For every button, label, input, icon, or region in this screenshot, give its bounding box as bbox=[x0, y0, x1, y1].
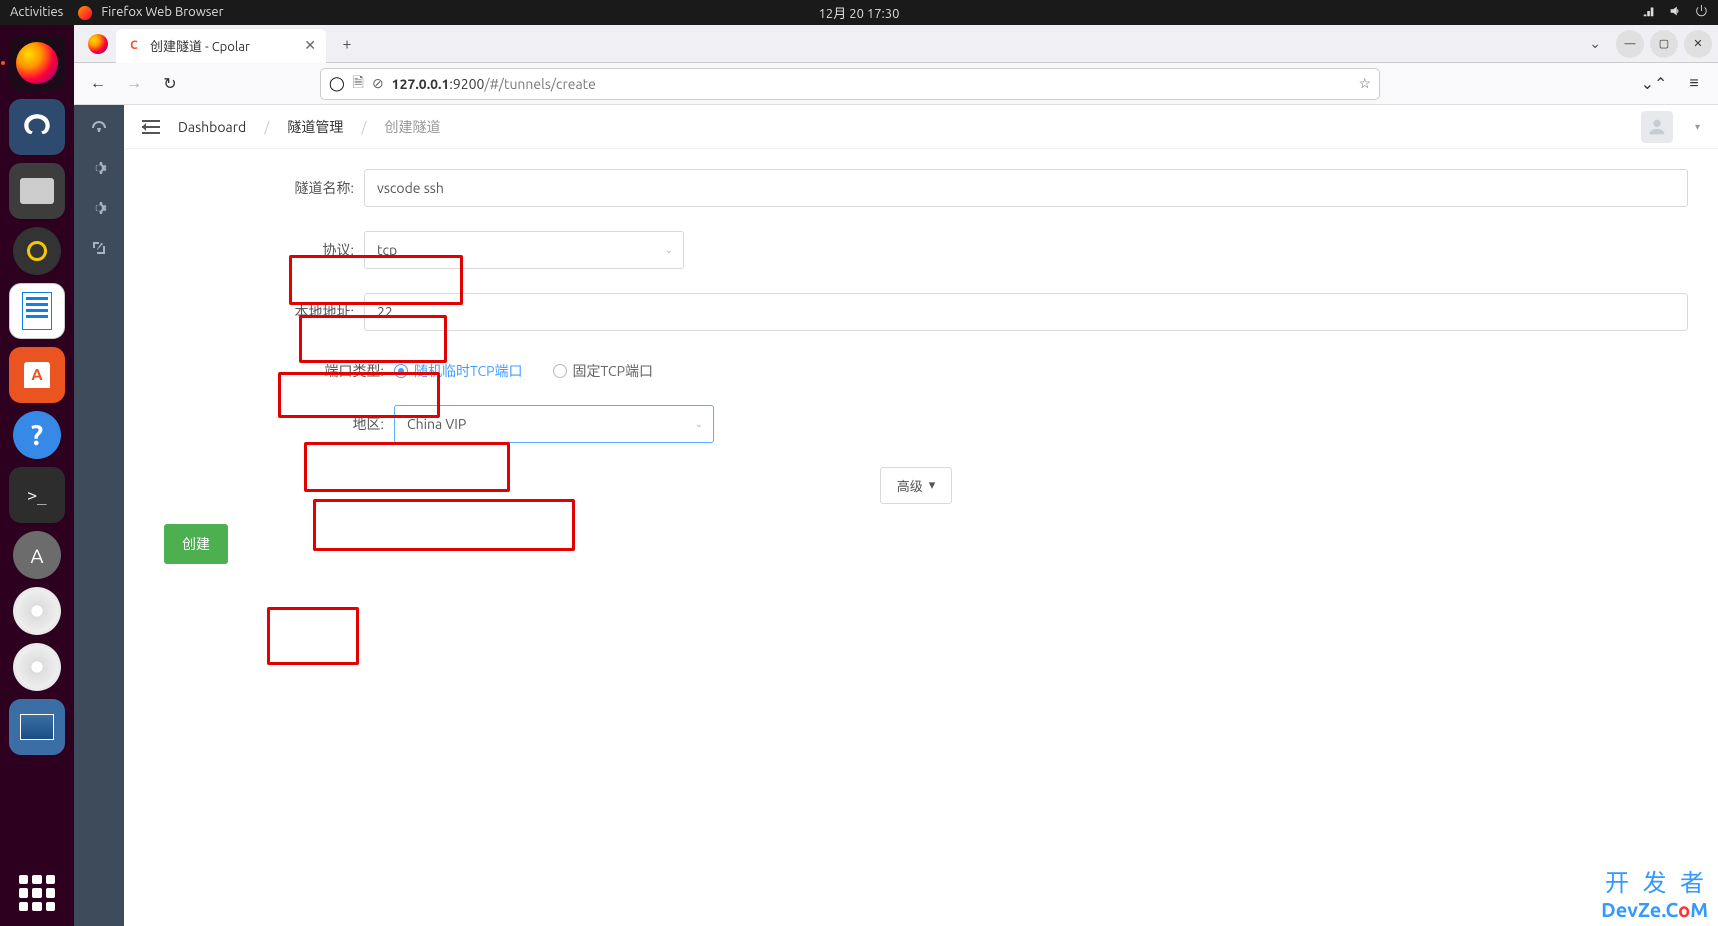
chevron-down-icon: ⌄ bbox=[665, 244, 673, 256]
create-tunnel-form: 隧道名称: 协议: tcp ⌄ 本地地址: 端口类型: bbox=[124, 149, 1718, 584]
sidebar-gear-icon-2[interactable] bbox=[90, 199, 108, 217]
dock-disc-1[interactable] bbox=[13, 587, 61, 635]
port-type-random-radio[interactable]: 随机临时TCP端口 bbox=[394, 361, 523, 381]
local-addr-input[interactable] bbox=[364, 293, 1688, 331]
dock-rhythmbox[interactable] bbox=[13, 227, 61, 275]
user-avatar[interactable] bbox=[1641, 111, 1673, 143]
dock-firefox[interactable] bbox=[9, 35, 65, 91]
watermark: 开 发 者 DevZe.CoM bbox=[1601, 863, 1708, 921]
highlight-box bbox=[267, 607, 359, 665]
connection-icon[interactable]: ⊘ bbox=[372, 75, 384, 92]
region-value: China VIP bbox=[407, 416, 466, 432]
gnome-top-bar: Activities Firefox Web Browser 12月 20 17… bbox=[0, 0, 1718, 25]
sidebar-toggle-button[interactable] bbox=[142, 120, 160, 134]
region-label: 地区: bbox=[144, 414, 394, 434]
app-sidebar bbox=[74, 105, 124, 926]
sidebar-dashboard-icon[interactable] bbox=[90, 119, 108, 137]
tab-close-button[interactable]: ✕ bbox=[304, 37, 316, 54]
advanced-toggle-button[interactable]: 高级 ▾ bbox=[880, 467, 953, 504]
dock-disc-2[interactable] bbox=[13, 643, 61, 691]
firefox-toolbar: ← → ↻ ◯ 🗎 ⊘ 127.0.0.1:9200/#/tunnels/cre… bbox=[74, 63, 1718, 105]
ubuntu-dock: ? >_ A bbox=[0, 25, 74, 926]
dock-software[interactable] bbox=[9, 347, 65, 403]
radio-dot-icon bbox=[394, 364, 408, 378]
power-icon[interactable] bbox=[1694, 4, 1708, 21]
active-app-indicator[interactable]: Firefox Web Browser bbox=[78, 5, 223, 20]
port-type-label: 端口类型: bbox=[144, 361, 394, 381]
port-type-fixed-radio[interactable]: 固定TCP端口 bbox=[553, 361, 654, 381]
app-menu-button[interactable]: ≡ bbox=[1678, 68, 1710, 100]
protocol-select[interactable]: tcp ⌄ bbox=[364, 231, 684, 269]
page-content: Dashboard / 隧道管理 / 创建隧道 ▾ 隧道名称: 协议: tcp bbox=[74, 105, 1718, 926]
window-close-button[interactable]: ✕ bbox=[1684, 30, 1712, 58]
dock-updater[interactable]: A bbox=[13, 531, 61, 579]
region-select[interactable]: China VIP ⌄ bbox=[394, 405, 714, 443]
tab-title: 创建隧道 - Cpolar bbox=[150, 36, 250, 55]
breadcrumb-separator: / bbox=[361, 119, 366, 135]
breadcrumb-create-tunnel: 创建隧道 bbox=[385, 117, 441, 137]
clock[interactable]: 12月 20 17:30 bbox=[819, 3, 900, 22]
nav-forward-button[interactable]: → bbox=[118, 68, 150, 100]
firefox-tab-bar: C 创建隧道 - Cpolar ✕ + ⌄ — ▢ ✕ bbox=[74, 25, 1718, 63]
advanced-label: 高级 bbox=[897, 476, 923, 495]
window-minimize-button[interactable]: — bbox=[1616, 30, 1644, 58]
apps-grid-icon bbox=[19, 875, 55, 911]
browser-tab-active[interactable]: C 创建隧道 - Cpolar ✕ bbox=[116, 29, 326, 63]
firefox-icon bbox=[78, 6, 92, 20]
network-icon[interactable] bbox=[1642, 4, 1656, 21]
firefox-window: C 创建隧道 - Cpolar ✕ + ⌄ — ▢ ✕ ← → ↻ ◯ 🗎 ⊘ … bbox=[74, 25, 1718, 926]
caret-down-icon: ▾ bbox=[929, 478, 936, 493]
watermark-line1: 开 发 者 bbox=[1601, 863, 1708, 898]
breadcrumb-tunnel-manage[interactable]: 隧道管理 bbox=[287, 117, 343, 137]
nav-back-button[interactable]: ← bbox=[82, 68, 114, 100]
breadcrumb-dashboard[interactable]: Dashboard bbox=[178, 119, 246, 135]
activities-button[interactable]: Activities bbox=[10, 5, 63, 19]
url-text: 127.0.0.1:9200/#/tunnels/create bbox=[392, 76, 596, 92]
tabs-dropdown-button[interactable]: ⌄ bbox=[1589, 35, 1601, 52]
user-menu-chevron-icon[interactable]: ▾ bbox=[1695, 121, 1700, 133]
protocol-label: 协议: bbox=[144, 240, 364, 260]
pocket-icon[interactable]: ⌄⌃ bbox=[1638, 68, 1670, 100]
port-type-fixed-label: 固定TCP端口 bbox=[573, 361, 654, 381]
sidebar-gear-icon[interactable] bbox=[90, 159, 108, 177]
protocol-value: tcp bbox=[377, 242, 397, 258]
tunnel-name-input[interactable] bbox=[364, 169, 1688, 207]
dock-help[interactable]: ? bbox=[13, 411, 61, 459]
page-info-icon[interactable]: 🗎 bbox=[353, 72, 364, 96]
window-maximize-button[interactable]: ▢ bbox=[1650, 30, 1678, 58]
dock-files[interactable] bbox=[9, 163, 65, 219]
volume-icon[interactable] bbox=[1668, 4, 1682, 21]
shield-icon: ◯ bbox=[329, 75, 345, 92]
bookmark-star-icon[interactable]: ☆ bbox=[1358, 75, 1371, 92]
tab-favicon: C bbox=[126, 38, 142, 54]
active-app-name: Firefox Web Browser bbox=[101, 5, 223, 19]
nav-reload-button[interactable]: ↻ bbox=[154, 68, 186, 100]
port-type-random-label: 随机临时TCP端口 bbox=[414, 361, 523, 381]
tunnel-name-label: 隧道名称: bbox=[144, 178, 364, 198]
dock-desktop[interactable] bbox=[9, 699, 65, 755]
new-tab-button[interactable]: + bbox=[332, 29, 362, 59]
create-button[interactable]: 创建 bbox=[164, 524, 228, 564]
page-main: Dashboard / 隧道管理 / 创建隧道 ▾ 隧道名称: 协议: tcp bbox=[124, 105, 1718, 926]
chevron-down-icon: ⌄ bbox=[695, 418, 703, 430]
breadcrumb-separator: / bbox=[264, 119, 269, 135]
dock-thunderbird[interactable] bbox=[9, 99, 65, 155]
page-topbar: Dashboard / 隧道管理 / 创建隧道 ▾ bbox=[124, 105, 1718, 149]
firefox-home-icon[interactable] bbox=[80, 29, 116, 59]
sidebar-external-icon[interactable] bbox=[90, 239, 108, 257]
local-addr-label: 本地地址: bbox=[144, 302, 364, 322]
dock-writer[interactable] bbox=[9, 283, 65, 339]
radio-dot-icon bbox=[553, 364, 567, 378]
dock-terminal[interactable]: >_ bbox=[9, 467, 65, 523]
watermark-line2: DevZe.CoM bbox=[1601, 898, 1708, 921]
dock-apps-button[interactable] bbox=[19, 875, 55, 911]
url-bar[interactable]: ◯ 🗎 ⊘ 127.0.0.1:9200/#/tunnels/create ☆ bbox=[320, 68, 1380, 100]
